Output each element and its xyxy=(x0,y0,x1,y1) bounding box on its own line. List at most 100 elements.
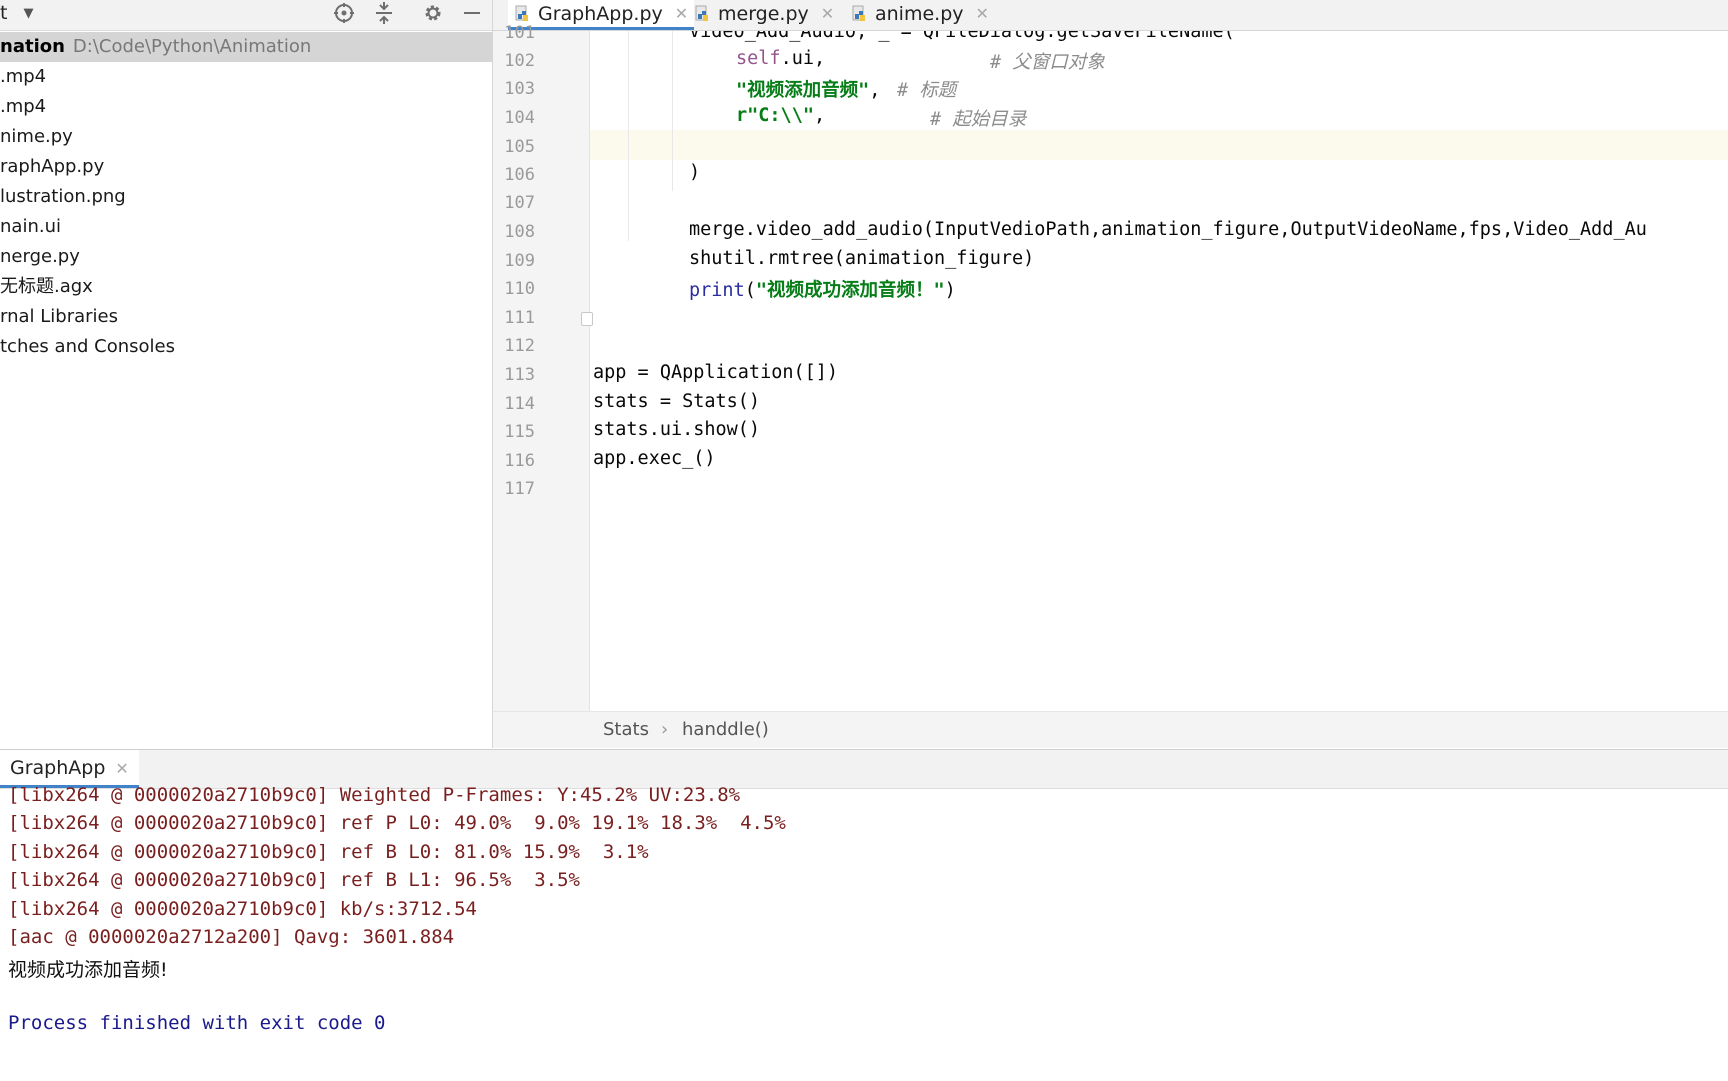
console-line: [libx264 @ 0000020a2710b9c0] Weighted P-… xyxy=(8,784,741,806)
tree-item[interactable]: raphApp.py xyxy=(0,152,492,182)
code-line: r"C:\\", xyxy=(736,105,825,126)
line-number-gutter: 101 102 103 104 105 106 107 108 109 110 … xyxy=(493,23,593,711)
breadcrumb-item-method[interactable]: handdle() xyxy=(682,719,769,740)
self-keyword: self xyxy=(736,48,781,69)
line-number: 114 xyxy=(504,394,535,414)
tree-root-item[interactable]: nation D:\Code\Python\Animation xyxy=(0,32,492,62)
tree-item-label: raphApp.py xyxy=(0,156,105,177)
tree-item-label: .mp4 xyxy=(0,96,47,117)
indent-guide xyxy=(672,31,673,191)
tree-item-label: nime.py xyxy=(0,126,73,147)
locate-target-icon[interactable] xyxy=(331,0,357,26)
line-number: 112 xyxy=(504,336,535,356)
tab-label: GraphApp.py xyxy=(538,2,663,25)
code-line: "视频添加音频", xyxy=(736,76,880,102)
python-file-icon xyxy=(515,5,528,21)
line-number: 109 xyxy=(504,251,535,271)
tree-item-scratches-consoles[interactable]: tches and Consoles xyxy=(0,332,492,362)
code-line: ) xyxy=(689,162,701,183)
python-file-icon xyxy=(852,5,865,21)
console-line: [aac @ 0000020a2712a200] Qavg: 3601.884 xyxy=(8,926,455,948)
minimize-icon[interactable] xyxy=(459,0,485,26)
close-icon[interactable]: ✕ xyxy=(115,759,128,778)
code-comment: # 父窗口对象 xyxy=(990,52,1105,73)
line-number: 115 xyxy=(504,422,535,442)
code-line: self.ui, xyxy=(736,48,825,69)
code-line: shutil.rmtree(animation_figure) xyxy=(689,248,1035,269)
close-icon[interactable]: ✕ xyxy=(976,1,989,27)
line-number: 106 xyxy=(504,165,535,185)
console-line: [libx264 @ 0000020a2710b9c0] ref P L0: 4… xyxy=(8,812,786,834)
tree-item[interactable]: nime.py xyxy=(0,122,492,152)
editor-tab-bar: GraphApp.py ✕ merge.py ✕ anime.py ✕ xyxy=(493,0,1728,31)
breadcrumb-separator: › xyxy=(661,719,669,740)
string-literal: r"C:\\" xyxy=(736,105,814,126)
tab-label: anime.py xyxy=(875,3,964,25)
run-tool-window: GraphApp ✕ [libx264 @ 0000020a2710b9c0] W… xyxy=(0,749,1728,1081)
tree-item[interactable]: 无标题.agx xyxy=(0,272,492,302)
python-file-icon xyxy=(695,5,708,21)
tree-item[interactable]: .mp4 xyxy=(0,62,492,92)
line-number: 110 xyxy=(504,279,535,299)
current-line-highlight xyxy=(590,130,1728,160)
tree-item-label: nain.ui xyxy=(0,216,61,237)
line-number: 113 xyxy=(504,365,535,385)
code-line: app = QApplication([]) xyxy=(593,362,839,383)
line-number: 101 xyxy=(504,23,535,43)
line-number: 105 xyxy=(504,137,535,157)
code-token: , xyxy=(813,105,826,126)
code-token: ( xyxy=(744,280,756,301)
line-number: 104 xyxy=(504,108,535,128)
gear-icon[interactable] xyxy=(420,0,446,26)
console-line: [libx264 @ 0000020a2710b9c0] ref B L0: 8… xyxy=(8,841,649,863)
tree-item-label: .mp4 xyxy=(0,66,47,87)
code-line: merge.video_add_audio(InputVedioPath,ani… xyxy=(689,219,1647,240)
line-number: 116 xyxy=(504,451,535,471)
code-area[interactable]: Video_Add_Audio, _ = QFileDialog.getSave… xyxy=(590,31,1728,711)
breadcrumb-item-class[interactable]: Stats xyxy=(603,719,649,740)
close-icon[interactable]: ✕ xyxy=(821,1,834,27)
indent-guide xyxy=(628,31,629,241)
tab-label: merge.py xyxy=(718,3,809,25)
tree-item-label: tches and Consoles xyxy=(0,336,175,357)
project-tree: nation D:\Code\Python\Animation .mp4 .mp4… xyxy=(0,32,492,362)
breadcrumb: Stats › handdle() xyxy=(493,711,1728,748)
code-line: Video_Add_Audio, _ = QFileDialog.getSave… xyxy=(689,31,1235,42)
close-icon[interactable]: ✕ xyxy=(675,1,688,27)
line-number: 117 xyxy=(504,479,535,499)
string-literal: "视频成功添加音频！" xyxy=(755,280,945,301)
tree-item-label: 无标题.agx xyxy=(0,276,93,297)
line-number: 107 xyxy=(504,193,535,213)
code-comment: # 起始目录 xyxy=(930,109,1027,130)
console-line: 视频成功添加音频! xyxy=(8,959,168,981)
code-comment: # 标题 xyxy=(897,80,957,101)
tree-item[interactable]: .mp4 xyxy=(0,92,492,122)
project-toolbar: t ▼ xyxy=(0,0,492,31)
code-line: stats.ui.show() xyxy=(593,419,761,440)
code-line: print("视频成功添加音频！") xyxy=(689,276,956,302)
project-pane: t ▼ nation D:\Code\Python\Animation .mp4 … xyxy=(0,0,493,748)
code-line: app.exec_() xyxy=(593,448,716,469)
tree-item[interactable]: lustration.png xyxy=(0,182,492,212)
tree-item-label: rnal Libraries xyxy=(0,306,118,327)
print-call: print xyxy=(689,280,745,301)
tree-item[interactable]: nain.ui xyxy=(0,212,492,242)
project-view-selector[interactable]: t ▼ xyxy=(0,2,34,24)
tree-item-label: nerge.py xyxy=(0,246,80,267)
root-folder-path: D:\Code\Python\Animation xyxy=(72,36,312,57)
tab-anime-py[interactable]: anime.py ✕ xyxy=(845,0,995,28)
root-folder-name: nation xyxy=(0,36,65,57)
console-line: [libx264 @ 0000020a2710b9c0] ref B L1: 9… xyxy=(8,869,580,891)
line-number: 111 xyxy=(504,308,535,328)
chevron-down-icon[interactable]: ▼ xyxy=(24,6,34,21)
tab-merge-py[interactable]: merge.py ✕ xyxy=(688,0,840,28)
tree-item[interactable]: nerge.py xyxy=(0,242,492,272)
code-line: stats = Stats() xyxy=(593,391,761,412)
string-literal: "视频添加音频" xyxy=(736,80,870,101)
console-line: [libx264 @ 0000020a2710b9c0] kb/s:3712.5… xyxy=(8,898,477,920)
collapse-all-icon[interactable] xyxy=(371,0,397,26)
tree-item-external-libraries[interactable]: rnal Libraries xyxy=(0,302,492,332)
line-number: 108 xyxy=(504,222,535,242)
tab-run-graphapp[interactable]: GraphApp ✕ xyxy=(0,750,139,788)
tab-graphapp-py[interactable]: GraphApp.py ✕ xyxy=(508,0,695,30)
